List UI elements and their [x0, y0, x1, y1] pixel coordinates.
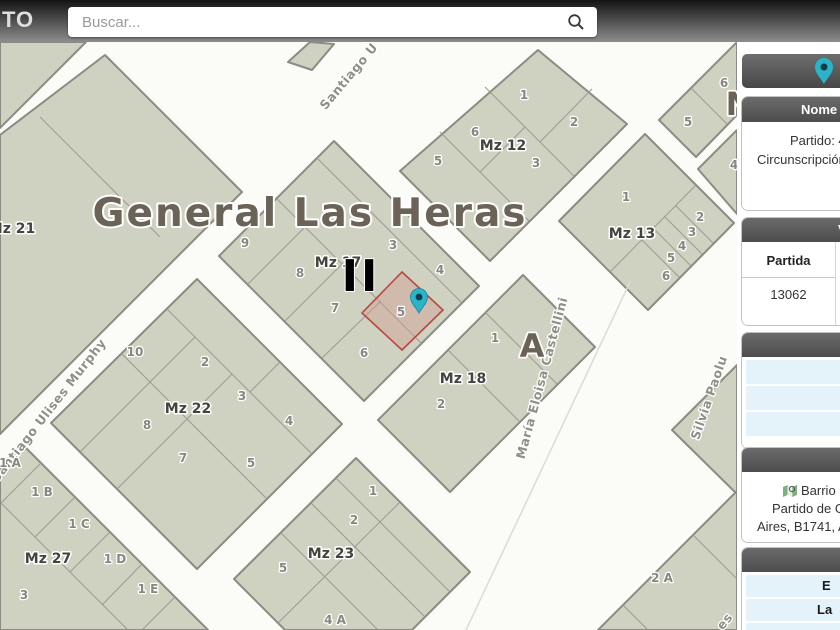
panel-title — [742, 548, 840, 572]
parcel-number-label: 1 — [491, 331, 499, 345]
parcel-number-label: 10 — [127, 345, 144, 359]
parcel-number-label: 3 — [688, 225, 696, 239]
block-label: Mz 18 — [440, 371, 486, 387]
parcel-number-label: 1 E — [138, 582, 159, 596]
town-label: General Las Heras — [93, 191, 528, 236]
parcel-number-label: 7 — [179, 451, 187, 465]
address-line: Partido de G — [772, 501, 840, 516]
parcel-number-label: 9 — [241, 236, 249, 250]
partida-value: 13062 — [770, 287, 807, 302]
block-label: Mz 27 — [25, 551, 71, 567]
map-icon — [783, 485, 797, 497]
data-row: La — [746, 599, 840, 621]
parcel-number-label: 4 A — [324, 613, 347, 627]
data-row — [746, 623, 840, 630]
data-row: E — [746, 575, 840, 597]
parcel-number-label: 2 — [350, 513, 358, 527]
section-letter-label: N — [726, 85, 737, 123]
parcel-number-label: 3 — [532, 156, 540, 170]
panel-title: Nome — [742, 97, 840, 122]
block-label: Mz 21 — [0, 221, 35, 237]
map-canvas[interactable]: General Las Heras Santiago U Santiago Uli… — [0, 42, 737, 630]
map-blocks[interactable] — [0, 42, 737, 630]
parcel-number-label: 8 — [143, 418, 151, 432]
parcel-number-label: 2 — [570, 115, 578, 129]
block-polygon — [287, 42, 335, 71]
parcel-number-label: 1 B — [31, 485, 53, 499]
panel-title: V — [742, 218, 840, 242]
parcel-number-label: 2 — [201, 355, 209, 369]
parcel-number-label: 4 — [678, 239, 686, 253]
nomenclatura-line: Partido: 4 — [790, 133, 840, 148]
parcel-number-label: 7 — [331, 301, 339, 315]
block-polygon — [597, 490, 737, 630]
address-line: Barrio S — [801, 483, 840, 498]
parcel-number-label: 6 — [662, 269, 670, 283]
data-row[interactable] — [746, 386, 840, 410]
parcel-number-label: 6 — [471, 125, 479, 139]
search-icon[interactable] — [567, 13, 585, 31]
nomenclatura-line: Circunscripción — [757, 152, 840, 167]
sidebar-panel-address: Barrio S Partido de G Aires, B1741, A — [742, 448, 840, 542]
parcel-number-label: 3 — [20, 588, 28, 602]
sidebar-panel-nomenclatura: Nome Partido: 4 Circunscripción — [742, 97, 840, 210]
parcel-number-label: 5 — [667, 251, 675, 265]
parcel-number-label: 5 — [279, 561, 287, 575]
block-label: Mz 22 — [165, 401, 211, 417]
top-header-bar: TO — [0, 0, 840, 42]
section-letter-label: II — [342, 251, 381, 302]
parcel-number-label: 1 D — [104, 552, 127, 566]
block-label: Mz 13 — [609, 226, 655, 242]
parcel-number-label: 4 — [436, 263, 444, 277]
panel-title — [742, 333, 840, 357]
search-input[interactable] — [68, 7, 597, 37]
parcel-number-label: 1 — [520, 88, 528, 102]
parcel-number-label: 5 — [434, 154, 442, 168]
parcel-number-label: 3 — [389, 238, 397, 252]
parcel-number-label: 4 — [285, 414, 293, 428]
sidebar-pin-panel[interactable] — [742, 54, 840, 88]
location-pin-icon — [815, 58, 833, 84]
parcel-number-label: 4 — [730, 158, 737, 172]
search-box — [68, 7, 597, 37]
address-line: Aires, B1741, A — [757, 519, 840, 534]
sidebar-panel-coordinates: E La — [742, 548, 840, 630]
block-label: Mz 23 — [308, 546, 354, 562]
section-letter-label: A — [520, 327, 545, 365]
panel-title — [742, 448, 840, 472]
sidebar-panel-valuaciones: V Partida 13062 — [742, 218, 840, 325]
parcel-number-label: 3 — [238, 389, 246, 403]
sidebar-panel-data-rows — [742, 333, 840, 448]
parcel-number-label: 5 — [684, 115, 692, 129]
parcel-number-label: 1 — [622, 190, 630, 204]
parcel-number-label: 1 — [369, 484, 377, 498]
parcel-number-label: 2 A — [651, 571, 674, 585]
parcel-number-label: 8 — [296, 266, 304, 280]
parcel-number-label: 5 — [247, 456, 255, 470]
parcel-number-label: 2 — [437, 397, 445, 411]
data-row[interactable] — [746, 360, 840, 384]
parcel-number-label: 1 A — [0, 456, 22, 470]
app-logo: TO — [2, 7, 35, 32]
parcel-number-label: 2 — [696, 210, 704, 224]
app-window: TO Buscar... General Las Heras Santiago … — [0, 0, 840, 630]
partida-column-header: Partida — [742, 242, 835, 278]
parcel-number-label: 1 C — [68, 517, 90, 531]
parcel-number-label: 5 — [397, 305, 405, 319]
data-row[interactable] — [746, 412, 840, 436]
parcel-number-label: 6 — [360, 346, 368, 360]
block-label: Mz 12 — [480, 138, 526, 154]
